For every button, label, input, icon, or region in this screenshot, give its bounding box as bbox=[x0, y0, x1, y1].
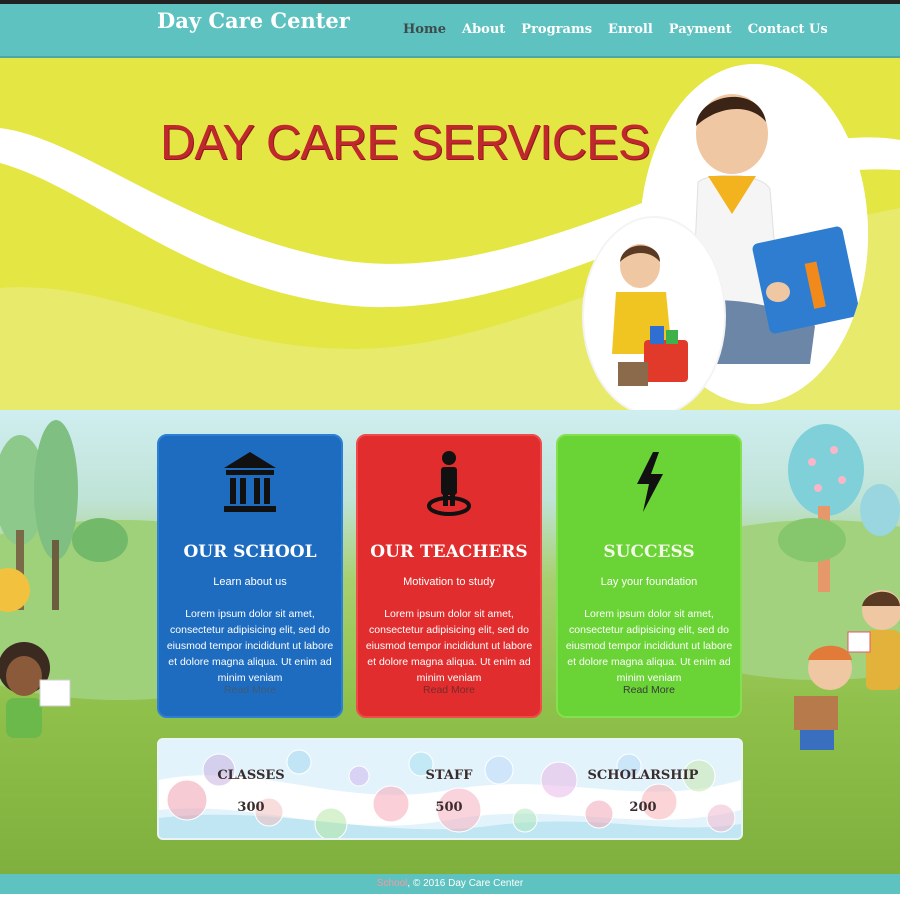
card-title: OUR SCHOOL bbox=[183, 542, 317, 562]
stat-label: CLASSES bbox=[217, 768, 285, 783]
hero-title: DAY CARE SERVICES bbox=[160, 116, 651, 170]
stat-classes: CLASSES 300 bbox=[191, 768, 311, 815]
nav-payment[interactable]: Payment bbox=[669, 22, 732, 37]
card-title: OUR TEACHERS bbox=[370, 542, 528, 562]
stats-band: CLASSES 300 STAFF 500 SCHOLARSHIP 200 bbox=[157, 738, 743, 840]
card-our-teachers: OUR TEACHERS Motivation to study Lorem i… bbox=[356, 434, 542, 718]
stat-value: 200 bbox=[629, 800, 657, 815]
stat-staff: STAFF 500 bbox=[389, 768, 509, 815]
read-more-link[interactable]: Read More bbox=[558, 684, 740, 696]
stat-label: STAFF bbox=[425, 768, 473, 783]
card-body-text: Lorem ipsum dolor sit amet, consectetur … bbox=[365, 608, 533, 684]
stat-scholarship: SCHOLARSHIP 200 bbox=[583, 768, 703, 815]
card-subtitle: Lay your foundation bbox=[600, 576, 698, 588]
site-logo[interactable]: Day Care Center bbox=[157, 8, 350, 33]
footer-copyright: , © 2016 Day Care Center bbox=[407, 878, 524, 889]
site-header: Day Care Center Home About Programs Enro… bbox=[0, 4, 900, 58]
site-footer: School, © 2016 Day Care Center bbox=[0, 874, 900, 894]
card-subtitle: Motivation to study bbox=[403, 576, 495, 588]
card-body-text: Lorem ipsum dolor sit amet, consectetur … bbox=[166, 608, 334, 684]
nav-contact-us[interactable]: Contact Us bbox=[748, 22, 828, 37]
read-more-link[interactable]: Read More bbox=[358, 684, 540, 696]
stat-label: SCHOLARSHIP bbox=[587, 768, 699, 783]
child-with-toy-illustration bbox=[588, 222, 720, 410]
main-nav: Home About Programs Enroll Payment Conta… bbox=[403, 22, 828, 37]
hero-banner: DAY CARE SERVICES bbox=[0, 58, 900, 410]
nav-enroll[interactable]: Enroll bbox=[608, 22, 653, 37]
nav-programs[interactable]: Programs bbox=[521, 22, 592, 37]
card-body-text: Lorem ipsum dolor sit amet, consectetur … bbox=[565, 608, 733, 684]
read-more-link[interactable]: Read More bbox=[159, 684, 341, 696]
nav-home[interactable]: Home bbox=[403, 22, 446, 37]
card-success: SUCCESS Lay your foundation Lorem ipsum … bbox=[556, 434, 742, 718]
footer-school-link[interactable]: School bbox=[377, 878, 408, 889]
lightning-bolt-icon bbox=[558, 446, 740, 518]
card-title: SUCCESS bbox=[603, 542, 695, 562]
nav-about[interactable]: About bbox=[462, 22, 505, 37]
stat-value: 300 bbox=[237, 800, 265, 815]
stat-value: 500 bbox=[435, 800, 463, 815]
child-photo-small bbox=[584, 218, 724, 410]
bottom-border bbox=[0, 894, 900, 900]
school-building-icon bbox=[159, 446, 341, 518]
person-pin-icon bbox=[358, 446, 540, 518]
card-subtitle: Learn about us bbox=[213, 576, 287, 588]
card-our-school: OUR SCHOOL Learn about us Lorem ipsum do… bbox=[157, 434, 343, 718]
